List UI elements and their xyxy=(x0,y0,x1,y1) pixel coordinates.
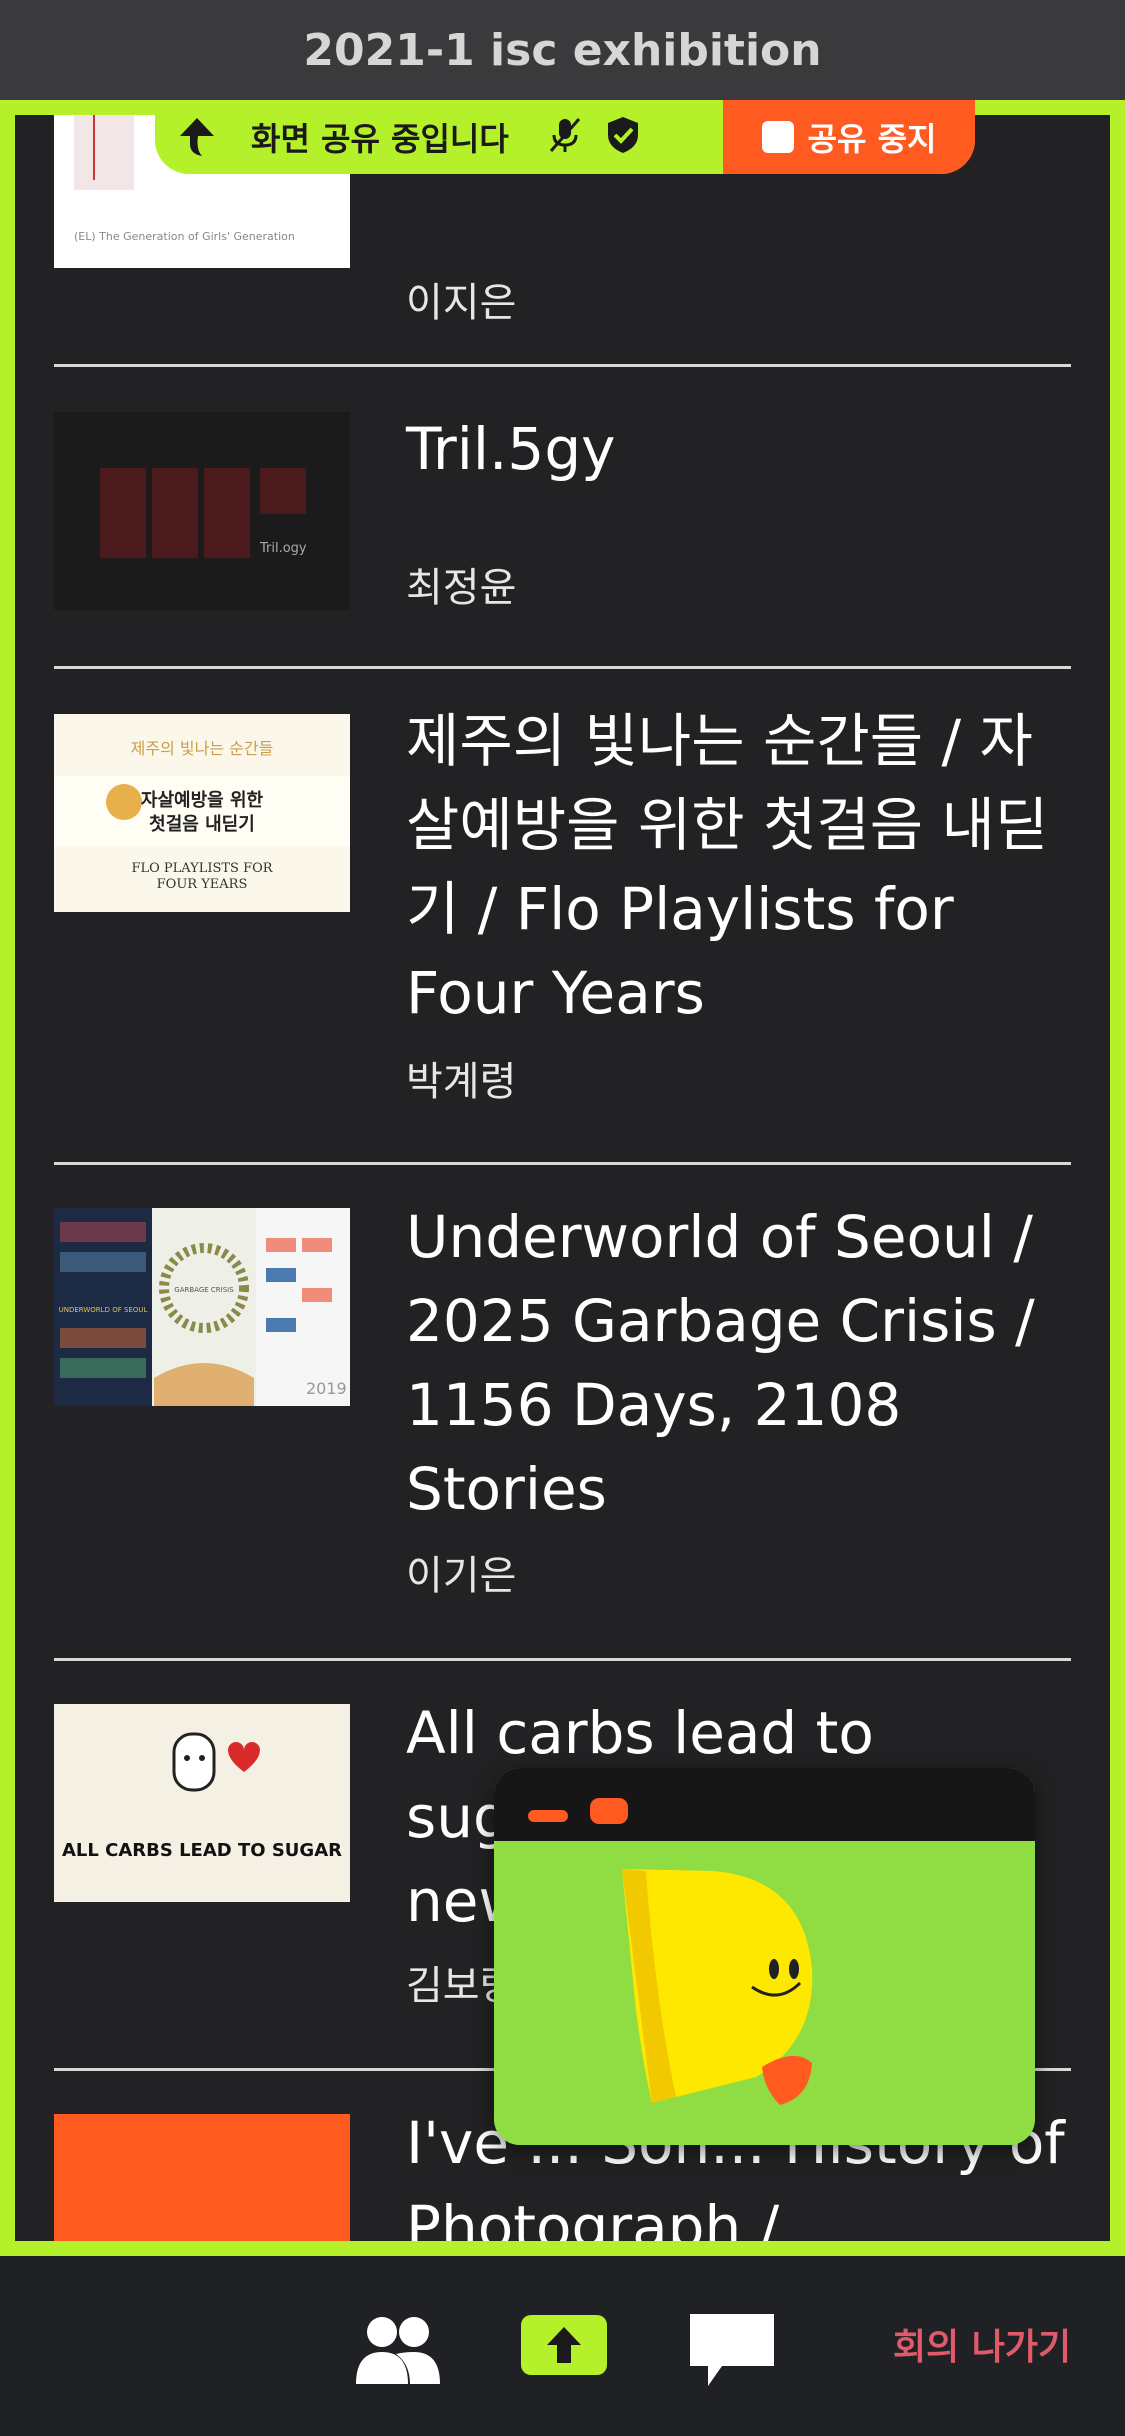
screen-share-status-bar: 화면 공유 중입니다 공유 중지 xyxy=(155,100,975,174)
avatar-character xyxy=(494,1841,1035,2145)
leave-meeting-button[interactable]: 회의 나가기 xyxy=(893,2318,1071,2370)
stop-sharing-button[interactable]: 공유 중지 xyxy=(723,100,975,174)
share-status-label: 화면 공유 중입니다 xyxy=(251,120,509,158)
list-item[interactable]: UNDERWORLD OF SEOUL GARBAGE CRISIS 2019 xyxy=(54,1165,1071,1661)
stop-sharing-label: 공유 중지 xyxy=(807,120,937,158)
list-item[interactable]: 제주의 빛나는 순간들 자살예방을 위한 첫걸음 내딛기 FLO PLAYLIS… xyxy=(54,669,1071,1165)
chat-icon[interactable] xyxy=(686,2310,778,2394)
project-thumbnail: 제주의 빛나는 순간들 자살예방을 위한 첫걸음 내딛기 FLO PLAYLIS… xyxy=(54,714,350,912)
project-title: Tril.5gy xyxy=(406,415,616,483)
project-thumbnail: Tril.ogy xyxy=(54,412,350,610)
project-thumbnail xyxy=(54,2114,350,2241)
thumb-caption: ALL CARBS LEAD TO SUGAR xyxy=(62,1840,342,1861)
app-title: 2021-1 isc exhibition xyxy=(303,24,822,76)
thumb-line: UNDERWORLD OF SEOUL xyxy=(59,1306,148,1314)
floating-video-window[interactable] xyxy=(494,1768,1035,2145)
list-item[interactable]: Tril.ogy Tril.5gy 최정윤 xyxy=(54,367,1071,669)
project-thumbnail: ALL CARBS LEAD TO SUGAR xyxy=(54,1704,350,1902)
thumb-line: 2019 xyxy=(306,1379,347,1398)
minimize-dash-icon[interactable] xyxy=(528,1810,568,1822)
stop-square-icon xyxy=(761,121,794,153)
meeting-toolbar: 회의 나가기 xyxy=(0,2256,1125,2436)
shield-check-icon xyxy=(605,115,641,159)
participants-icon[interactable] xyxy=(352,2312,442,2392)
back-arrow-icon[interactable] xyxy=(155,114,239,160)
project-thumbnail: UNDERWORLD OF SEOUL GARBAGE CRISIS 2019 xyxy=(54,1208,350,1406)
project-author: 이기은 xyxy=(406,1553,517,1599)
thumb-line: 제주의 빛나는 순간들 xyxy=(131,739,274,758)
thumb-line: GARBAGE CRISIS xyxy=(174,1286,234,1294)
mic-muted-icon[interactable] xyxy=(545,115,585,159)
project-title: 제주의 빛나는 순간들 / 자살예방을 위한 첫걸음 내딛기 / Flo Pla… xyxy=(406,707,1049,1027)
share-screen-icon[interactable] xyxy=(519,2313,609,2381)
floating-video-header[interactable] xyxy=(494,1768,1035,1841)
thumb-line: FOUR YEARS xyxy=(157,877,248,892)
thumb-line: 자살예방을 위한 xyxy=(141,790,264,811)
window-dot-icon[interactable] xyxy=(590,1798,628,1824)
thumb-caption: Tril.ogy xyxy=(259,541,307,556)
project-author: 최정윤 xyxy=(406,565,517,611)
app-title-bar: 2021-1 isc exhibition xyxy=(0,0,1125,100)
svg-text:(EL) The Generation of Girls': (EL) The Generation of Girls' Generation xyxy=(74,230,295,243)
project-author: 박계령 xyxy=(406,1059,517,1105)
project-title: Underworld of Seoul / 2025 Garbage Crisi… xyxy=(406,1203,1035,1523)
thumb-line: 첫걸음 내딛기 xyxy=(149,813,255,835)
project-author: 이지은 xyxy=(406,280,517,326)
thumb-line: FLO PLAYLISTS FOR xyxy=(131,861,273,876)
